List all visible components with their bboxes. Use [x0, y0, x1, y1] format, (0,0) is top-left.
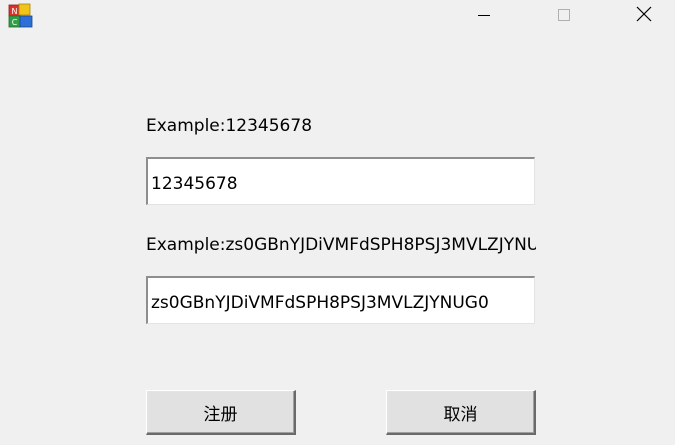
close-icon: [636, 6, 652, 26]
close-button[interactable]: [621, 0, 667, 32]
example-label-2: Example:zs0GBnYJDiVMFdSPH8PSJ3MVLZJYNUG0: [146, 235, 536, 255]
cancel-button[interactable]: 取消: [386, 390, 536, 435]
app-blocks-icon: N C: [8, 3, 36, 29]
minimize-button[interactable]: [461, 0, 507, 32]
maximize-icon: [557, 7, 571, 26]
minimize-icon: [477, 7, 491, 26]
svg-text:N: N: [12, 7, 18, 16]
input-field-2[interactable]: [146, 276, 535, 324]
title-bar: N C: [0, 0, 675, 32]
maximize-button[interactable]: [541, 0, 587, 32]
register-button[interactable]: 注册: [146, 390, 296, 435]
svg-text:C: C: [12, 18, 18, 27]
example-label-1: Example:12345678: [146, 116, 313, 136]
input-field-1[interactable]: [146, 157, 535, 205]
